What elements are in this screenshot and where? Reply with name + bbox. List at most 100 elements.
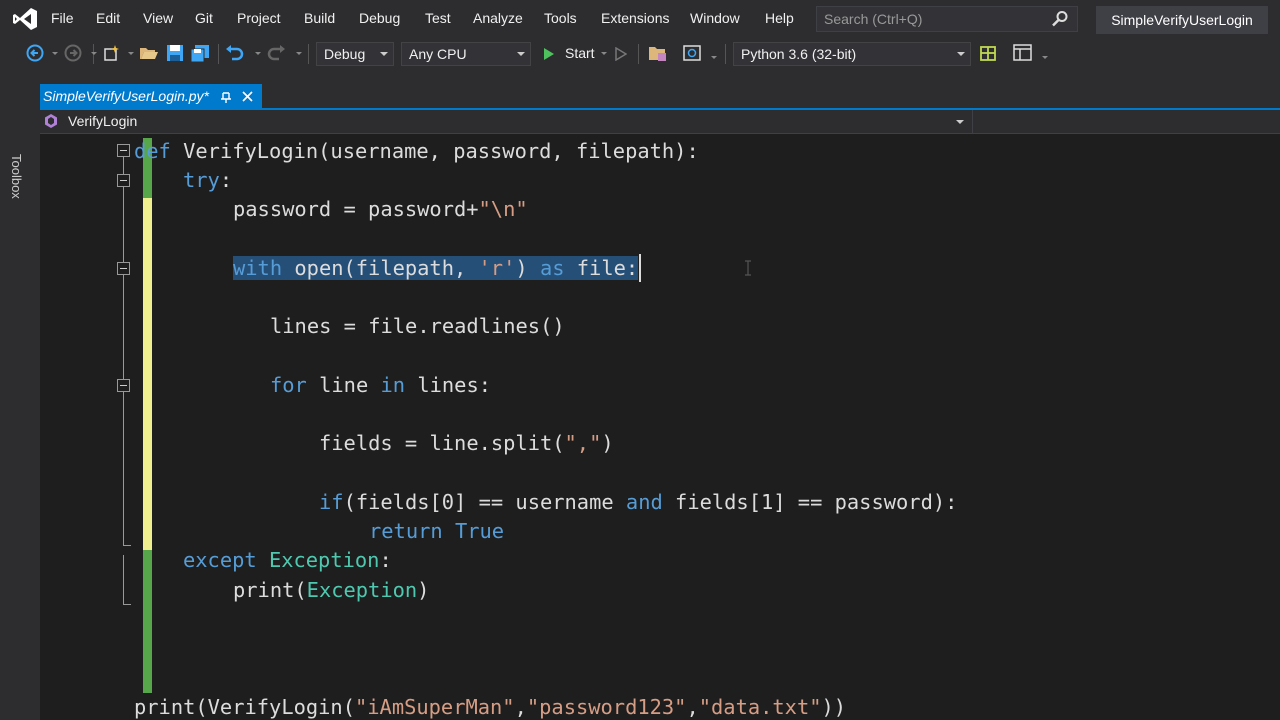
back-arrow-icon[interactable]: [26, 44, 44, 62]
string-literal: "data.txt": [698, 695, 822, 719]
browser-link-icon[interactable]: [683, 44, 703, 62]
code-line: print(VerifyLogin("iAmSuperMan","passwor…: [134, 695, 846, 719]
code-text: ,: [686, 695, 699, 719]
python-environments-icon[interactable]: [979, 44, 997, 62]
code-line: if(fields[0] == username and fields[1] =…: [319, 490, 957, 514]
fold-toggle-icon[interactable]: [117, 262, 130, 275]
configuration-dropdown[interactable]: Debug: [316, 42, 394, 66]
code-text: password = password+: [233, 197, 479, 221]
code-text: ,: [514, 695, 527, 719]
code-text: lines:: [405, 373, 492, 397]
fold-guide: [123, 392, 124, 545]
menu-extensions[interactable]: Extensions: [601, 10, 669, 26]
code-text: ): [515, 256, 540, 280]
code-text: open(filepath,: [282, 256, 479, 280]
menu-project[interactable]: Project: [237, 10, 281, 26]
string-literal: "\n": [478, 197, 528, 221]
visual-studio-logo-icon: [13, 8, 37, 30]
chevron-down-icon: [380, 52, 388, 56]
menu-bar: File Edit View Git Project Build Debug T…: [0, 0, 1280, 38]
toolbar: Debug Any CPU Start Python 3.6 (32-bit): [0, 38, 1280, 70]
string-literal: "iAmSuperMan": [354, 695, 515, 719]
redo-icon[interactable]: [266, 44, 286, 62]
class-name: Exception: [268, 548, 380, 572]
tab-filename: SimpleVerifyUserLogin.py*: [43, 88, 209, 104]
code-text: ): [601, 431, 614, 455]
fold-guide: [123, 555, 124, 604]
document-tab-strip: SimpleVerifyUserLogin.py*: [40, 70, 1280, 110]
keyword: with: [233, 256, 283, 280]
menu-debug[interactable]: Debug: [359, 10, 400, 26]
code-text: fields = line.split(: [319, 431, 565, 455]
open-folder-icon[interactable]: [139, 44, 159, 62]
fold-toggle-icon[interactable]: [117, 379, 130, 392]
keyword: and: [625, 490, 663, 514]
toolbar-separator: [638, 44, 639, 64]
new-project-icon[interactable]: [102, 44, 120, 62]
solution-explorer-icon[interactable]: [648, 44, 668, 62]
unsaved-change-bar: [143, 198, 152, 550]
keyword: in: [380, 373, 406, 397]
start-button[interactable]: Start: [565, 45, 595, 61]
keyword: return: [369, 519, 443, 543]
pin-icon[interactable]: [220, 91, 232, 103]
chevron-down-icon: [957, 52, 965, 56]
tab-simpleverifyuserlogin-py[interactable]: SimpleVerifyUserLogin.py*: [40, 84, 262, 109]
string-literal: "password123": [526, 695, 687, 719]
code-line: except Exception:: [183, 548, 392, 572]
code-line: try:: [183, 168, 232, 192]
menu-test[interactable]: Test: [425, 10, 451, 26]
code-text: line: [306, 373, 381, 397]
save-all-icon[interactable]: [190, 44, 210, 62]
dropdown-arrow-icon[interactable]: [296, 52, 302, 55]
code-line: return True: [369, 519, 504, 543]
menu-view[interactable]: View: [143, 10, 173, 26]
search-box[interactable]: Search (Ctrl+Q): [816, 6, 1078, 32]
fold-guide: [123, 604, 131, 605]
python-environment-dropdown[interactable]: Python 3.6 (32-bit): [733, 42, 971, 66]
platform-value: Any CPU: [409, 46, 467, 62]
configuration-value: Debug: [324, 46, 366, 62]
platform-dropdown[interactable]: Any CPU: [401, 42, 531, 66]
toolbox-tab[interactable]: Toolbox: [9, 154, 24, 199]
start-without-debugging-icon[interactable]: [615, 47, 627, 61]
dropdown-arrow-icon[interactable]: [128, 52, 134, 55]
dropdown-arrow-icon[interactable]: [255, 52, 261, 55]
menu-help[interactable]: Help: [765, 10, 794, 26]
code-text: lines = file.readlines(): [270, 314, 565, 338]
close-icon[interactable]: [242, 91, 253, 102]
save-icon[interactable]: [166, 44, 184, 62]
dropdown-arrow-icon[interactable]: [91, 52, 97, 55]
toolbar-separator: [308, 44, 309, 64]
menu-build[interactable]: Build: [304, 10, 335, 26]
string-literal: 'r': [478, 256, 516, 280]
chevron-down-icon[interactable]: [956, 120, 964, 124]
left-tool-rail: Toolbox: [0, 70, 40, 720]
fold-toggle-icon[interactable]: [117, 174, 130, 187]
forward-arrow-icon[interactable]: [64, 44, 82, 62]
code-editor[interactable]: def VerifyLogin(username, password, file…: [40, 134, 1280, 720]
menu-edit[interactable]: Edit: [96, 10, 120, 26]
undo-icon[interactable]: [225, 44, 245, 62]
dropdown-arrow-icon[interactable]: [601, 52, 607, 55]
start-play-icon[interactable]: [543, 47, 555, 61]
dropdown-arrow-icon[interactable]: [1042, 56, 1048, 59]
menu-analyze[interactable]: Analyze: [473, 10, 523, 26]
method-icon: [45, 114, 57, 128]
i-beam-cursor-icon: [745, 260, 751, 276]
menu-window[interactable]: Window: [690, 10, 740, 26]
menu-file[interactable]: File: [51, 10, 74, 26]
code-line: print(Exception): [233, 578, 429, 602]
fold-toggle-icon[interactable]: [117, 144, 130, 157]
code-line: for line in lines:: [270, 373, 491, 397]
member-dropdown[interactable]: VerifyLogin: [68, 113, 137, 129]
dropdown-arrow-icon[interactable]: [52, 52, 58, 55]
fold-guide: [123, 275, 124, 379]
menu-tools[interactable]: Tools: [544, 10, 577, 26]
chevron-down-icon: [517, 52, 525, 56]
keyword: as: [539, 256, 565, 280]
menu-git[interactable]: Git: [195, 10, 213, 26]
code-text: VerifyLogin(username, password, filepath…: [170, 139, 699, 163]
dropdown-arrow-icon[interactable]: [711, 56, 717, 59]
layout-icon[interactable]: [1013, 44, 1033, 62]
